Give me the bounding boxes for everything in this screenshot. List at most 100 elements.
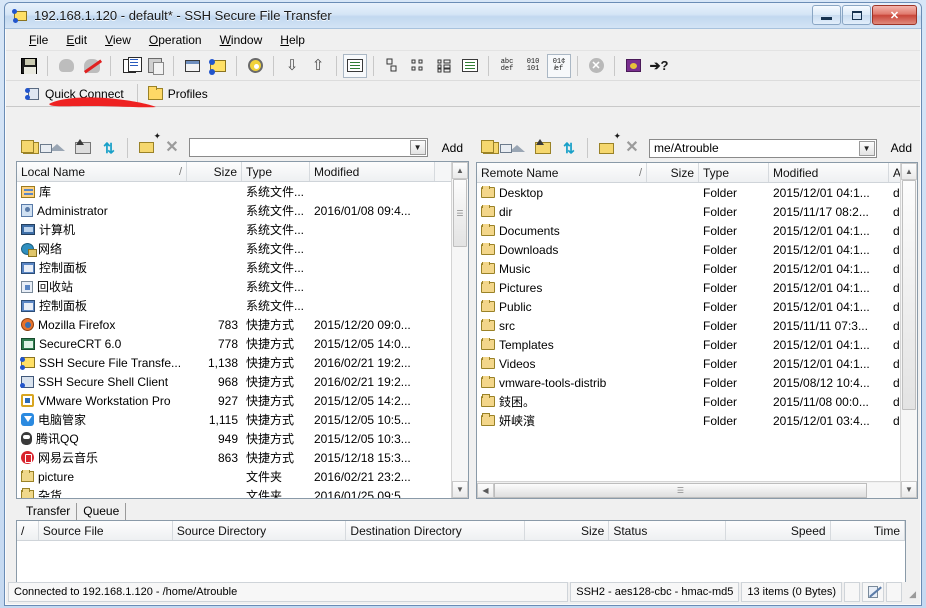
local-add-button[interactable]: Add bbox=[436, 139, 469, 157]
remote-file-row[interactable]: Videos Folder 2015/12/01 04:1... d bbox=[477, 354, 917, 373]
remote-file-row[interactable]: Documents Folder 2015/12/01 04:1... d bbox=[477, 221, 917, 240]
remote-file-type-text: Folder bbox=[703, 223, 738, 238]
folder-icon bbox=[481, 223, 495, 236]
remote-vertical-scrollbar[interactable]: ▲ ▼ bbox=[900, 163, 917, 498]
remote-scroll-up-button[interactable]: ▲ bbox=[901, 163, 917, 180]
local-file-row[interactable]: Mozilla Firefox 783 快捷方式 2015/12/20 09:0... bbox=[17, 315, 468, 334]
remote-file-row[interactable]: vmware-tools-distrib Folder 2015/08/12 10:… bbox=[477, 373, 917, 392]
transfer-column-header[interactable]: Status bbox=[609, 521, 727, 540]
local-file-list[interactable]: Local Name / Size Type Modified 库系统文件... Admi… bbox=[16, 161, 469, 499]
local-file-row[interactable]: 控制面板 系统文件... bbox=[17, 258, 468, 277]
local-file-row[interactable]: 库 系统文件... bbox=[17, 182, 468, 201]
local-new-folder-button[interactable] bbox=[134, 137, 158, 159]
remote-path-dropdown-button[interactable]: ▼ bbox=[858, 140, 875, 156]
remote-add-button[interactable]: Add bbox=[885, 139, 918, 157]
local-file-row[interactable]: VMware Workstation Pro 927 快捷方式 2015/12/05 … bbox=[17, 391, 468, 410]
remote-hscroll-left-button[interactable]: ◀ bbox=[477, 482, 494, 498]
sort-indicator-icon: / bbox=[178, 165, 182, 178]
remote-hscroll-thumb[interactable]: ☰ bbox=[494, 482, 867, 498]
remote-file-cell-modified: 2015/12/01 03:4... bbox=[769, 414, 889, 428]
remote-new-folder-button[interactable] bbox=[594, 137, 618, 159]
remote-column-header[interactable]: Modified bbox=[769, 163, 889, 182]
transfer-column-header[interactable]: Time bbox=[830, 521, 905, 540]
remote-file-cell-name: vmware-tools-distrib bbox=[477, 375, 647, 390]
local-file-row[interactable]: 计算机 系统文件... bbox=[17, 220, 468, 239]
remote-file-row[interactable]: src Folder 2015/11/11 07:3... d bbox=[477, 316, 917, 335]
remote-file-row[interactable]: Desktop Folder 2015/12/01 04:1... d bbox=[477, 183, 917, 202]
local-column-header[interactable]: Modified bbox=[310, 162, 435, 182]
remote-column-header[interactable]: Size bbox=[647, 163, 699, 182]
transfer-column-header[interactable]: Source File bbox=[38, 521, 173, 540]
local-file-rows: 库系统文件... Administrator 系统文件... 2016/01/08 0… bbox=[17, 182, 468, 498]
remote-file-row[interactable]: Public Folder 2015/12/01 04:1... d bbox=[477, 297, 917, 316]
local-column-header[interactable]: Size bbox=[187, 162, 242, 182]
local-column-header[interactable]: Local Name / bbox=[17, 162, 187, 182]
remote-column-header[interactable]: Remote Name / bbox=[477, 163, 647, 182]
remote-file-row[interactable]: Downloads Folder 2015/12/01 04:1... d bbox=[477, 240, 917, 259]
tab-queue[interactable]: Queue bbox=[77, 503, 127, 520]
local-parent-folder-button[interactable] bbox=[71, 137, 95, 159]
local-file-cell-name: 网易云音乐 bbox=[17, 449, 187, 466]
folder-icon bbox=[481, 318, 495, 331]
local-file-row[interactable]: SecureCRT 6.0 778 快捷方式 2015/12/05 14:0... bbox=[17, 334, 468, 353]
local-file-row[interactable]: SSH Secure Shell Client 968 快捷方式 2016/02/21… bbox=[17, 372, 468, 391]
local-delete-button[interactable]: ✕ bbox=[160, 137, 184, 159]
remote-scroll-thumb[interactable] bbox=[902, 180, 916, 410]
local-refresh-button[interactable]: ⇅ bbox=[97, 137, 121, 159]
remote-parent-folder-button[interactable] bbox=[531, 137, 555, 159]
remote-column-header[interactable]: Type bbox=[699, 163, 769, 182]
local-path-input[interactable]: ▼ bbox=[189, 138, 428, 158]
local-file-row[interactable]: 电脑管家 1,115 快捷方式 2015/12/05 10:5... bbox=[17, 410, 468, 429]
remote-refresh-button[interactable]: ⇅ bbox=[557, 137, 581, 159]
local-column-header[interactable]: Type bbox=[242, 162, 310, 182]
remote-file-name-text: dir bbox=[499, 204, 513, 219]
local-file-row[interactable]: picture 文件夹 2016/02/21 23:2... bbox=[17, 467, 468, 486]
local-vertical-scrollbar[interactable]: ▲ ☰ ▼ bbox=[451, 162, 468, 498]
local-file-row[interactable]: 控制面板 系统文件... bbox=[17, 296, 468, 315]
local-file-row[interactable]: 回收站 系统文件... bbox=[17, 277, 468, 296]
local-scroll-track[interactable]: ☰ bbox=[452, 179, 468, 481]
remote-horizontal-scrollbar[interactable]: ◀ ☰ ▶ bbox=[477, 481, 917, 498]
local-file-row[interactable]: 腾讯QQ 949 快捷方式 2015/12/05 10:3... bbox=[17, 429, 468, 448]
transfer-column-header[interactable]: Speed bbox=[726, 521, 831, 540]
remote-file-row[interactable]: 鈘困。 Folder 2015/11/08 00:0... d bbox=[477, 392, 917, 411]
remote-file-row[interactable]: Templates Folder 2015/12/01 04:1... d bbox=[477, 335, 917, 354]
local-file-row[interactable]: 杂货 文件夹 2016/01/25 09:5... bbox=[17, 486, 468, 498]
local-file-row[interactable]: Administrator 系统文件... 2016/01/08 09:4... bbox=[17, 201, 468, 220]
minimize-button[interactable] bbox=[812, 5, 841, 25]
remote-home-button[interactable] bbox=[505, 137, 529, 159]
folder-icon bbox=[481, 280, 495, 293]
remote-file-row[interactable]: Pictures Folder 2015/12/01 04:1... d bbox=[477, 278, 917, 297]
remote-scroll-track[interactable] bbox=[901, 180, 917, 481]
remote-file-attr-text: d bbox=[893, 375, 900, 390]
tab-transfer[interactable]: Transfer bbox=[20, 503, 78, 520]
remote-file-type-text: Folder bbox=[703, 242, 738, 257]
local-home-button[interactable] bbox=[45, 137, 69, 159]
local-file-row[interactable]: 网易云音乐 863 快捷方式 2015/12/18 15:3... bbox=[17, 448, 468, 467]
resize-grip[interactable]: ◢ bbox=[904, 582, 918, 602]
remote-path-input[interactable]: me/Atrouble ▼ bbox=[649, 138, 877, 158]
remote-delete-button[interactable]: ✕ bbox=[620, 137, 644, 159]
transfer-column-header[interactable]: Size bbox=[524, 521, 610, 540]
local-path-dropdown-button[interactable]: ▼ bbox=[409, 140, 426, 156]
remote-file-name-text: 鈘困。 bbox=[499, 395, 536, 409]
secure-connection-icon bbox=[868, 586, 878, 598]
local-scroll-down-button[interactable]: ▼ bbox=[452, 481, 468, 498]
local-file-cell-type: 系统文件... bbox=[242, 183, 310, 200]
local-scroll-up-button[interactable]: ▲ bbox=[452, 162, 468, 180]
transfer-column-header[interactable]: Destination Directory bbox=[346, 521, 525, 540]
app-root: 192.168.1.120 - default* - SSH Secure Fi… bbox=[0, 0, 926, 608]
maximize-button[interactable] bbox=[842, 5, 871, 25]
local-scroll-thumb[interactable]: ☰ bbox=[453, 179, 467, 248]
transfer-column-header[interactable]: / bbox=[17, 521, 39, 540]
remote-file-list[interactable]: Remote Name / Size Type Modified At Desktop Fo… bbox=[476, 162, 918, 499]
remote-file-row[interactable]: dir Folder 2015/11/17 08:2... d bbox=[477, 202, 917, 221]
close-button[interactable]: ✕ bbox=[872, 5, 917, 25]
remote-file-row[interactable]: Music Folder 2015/12/01 04:1... d bbox=[477, 259, 917, 278]
local-file-row[interactable]: SSH Secure File Transfe... 1,138 快捷方式 2016/… bbox=[17, 353, 468, 372]
remote-scroll-down-button[interactable]: ▼ bbox=[901, 481, 917, 498]
remote-hscroll-track[interactable]: ☰ bbox=[494, 482, 900, 498]
remote-file-row[interactable]: 妍峡濱 Folder 2015/12/01 03:4... d bbox=[477, 411, 917, 430]
local-file-row[interactable]: 网络 系统文件... bbox=[17, 239, 468, 258]
transfer-column-header[interactable]: Source Directory bbox=[172, 521, 347, 540]
